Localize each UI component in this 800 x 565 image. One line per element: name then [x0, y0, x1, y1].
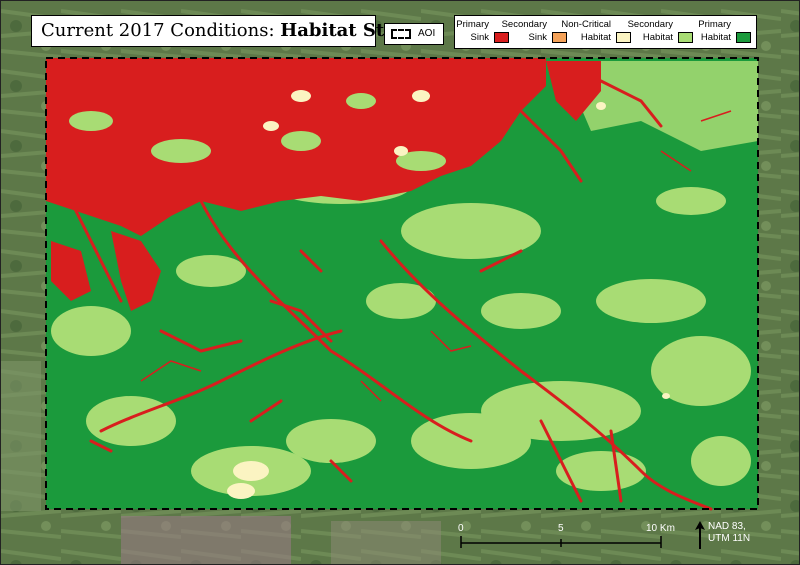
satellite-pink-patch: [121, 516, 291, 564]
legend-line1: Primary: [698, 19, 731, 30]
legend-line2: Habitat: [580, 32, 611, 43]
satellite-pink-patch: [331, 521, 441, 564]
projection-line2: UTM 11N: [708, 533, 751, 544]
aoi-legend-label: AOI: [418, 28, 436, 39]
legend-line1: Primary: [456, 19, 489, 30]
legend-line2: Habitat: [700, 32, 731, 43]
legend-item-non-critical-habitat: Non-Critical Habitat: [561, 19, 635, 47]
habitat-raster: [46, 58, 758, 511]
legend-line1: Secondary: [501, 19, 547, 30]
legend-swatch: [494, 32, 509, 43]
map-frame: Current 2017 Conditions: Habitat States …: [0, 0, 800, 565]
legend-line1: Secondary: [627, 19, 673, 30]
legend-swatch: [736, 32, 751, 43]
scale-label-5: 5: [558, 523, 564, 534]
legend-line2: Sink: [528, 32, 547, 43]
habitat-legend: Primary Sink Secondary Sink Non-Critical…: [454, 15, 757, 49]
map-title-prefix: Current 2017 Conditions:: [41, 20, 281, 41]
map-title: Current 2017 Conditions: Habitat States: [31, 15, 426, 47]
legend-line2: Sink: [470, 32, 489, 43]
scale-label-10: 10 Km: [646, 523, 675, 534]
aoi-legend: AOI: [384, 23, 444, 45]
legend-swatch: [616, 32, 631, 43]
projection-label: NAD 83, UTM 11N: [708, 521, 750, 545]
legend-item-primary-habitat: Primary Habitat: [697, 19, 755, 47]
north-arrow-icon: [695, 521, 705, 549]
aoi-dashed-swatch: [391, 29, 411, 39]
satellite-light-patch: [1, 361, 41, 511]
legend-swatch: [678, 32, 693, 43]
north-arrow-block: NAD 83, UTM 11N: [694, 521, 774, 551]
legend-swatch: [552, 32, 567, 43]
legend-line1: Non-Critical: [561, 19, 611, 30]
scale-label-0: 0: [458, 523, 464, 534]
legend-line2: Habitat: [642, 32, 673, 43]
legend-item-secondary-habitat: Secondary Habitat: [628, 19, 697, 47]
map-canvas: [1, 1, 799, 564]
projection-line1: NAD 83,: [708, 521, 746, 532]
scale-bar-labels: 0 5 10 Km: [446, 523, 686, 553]
